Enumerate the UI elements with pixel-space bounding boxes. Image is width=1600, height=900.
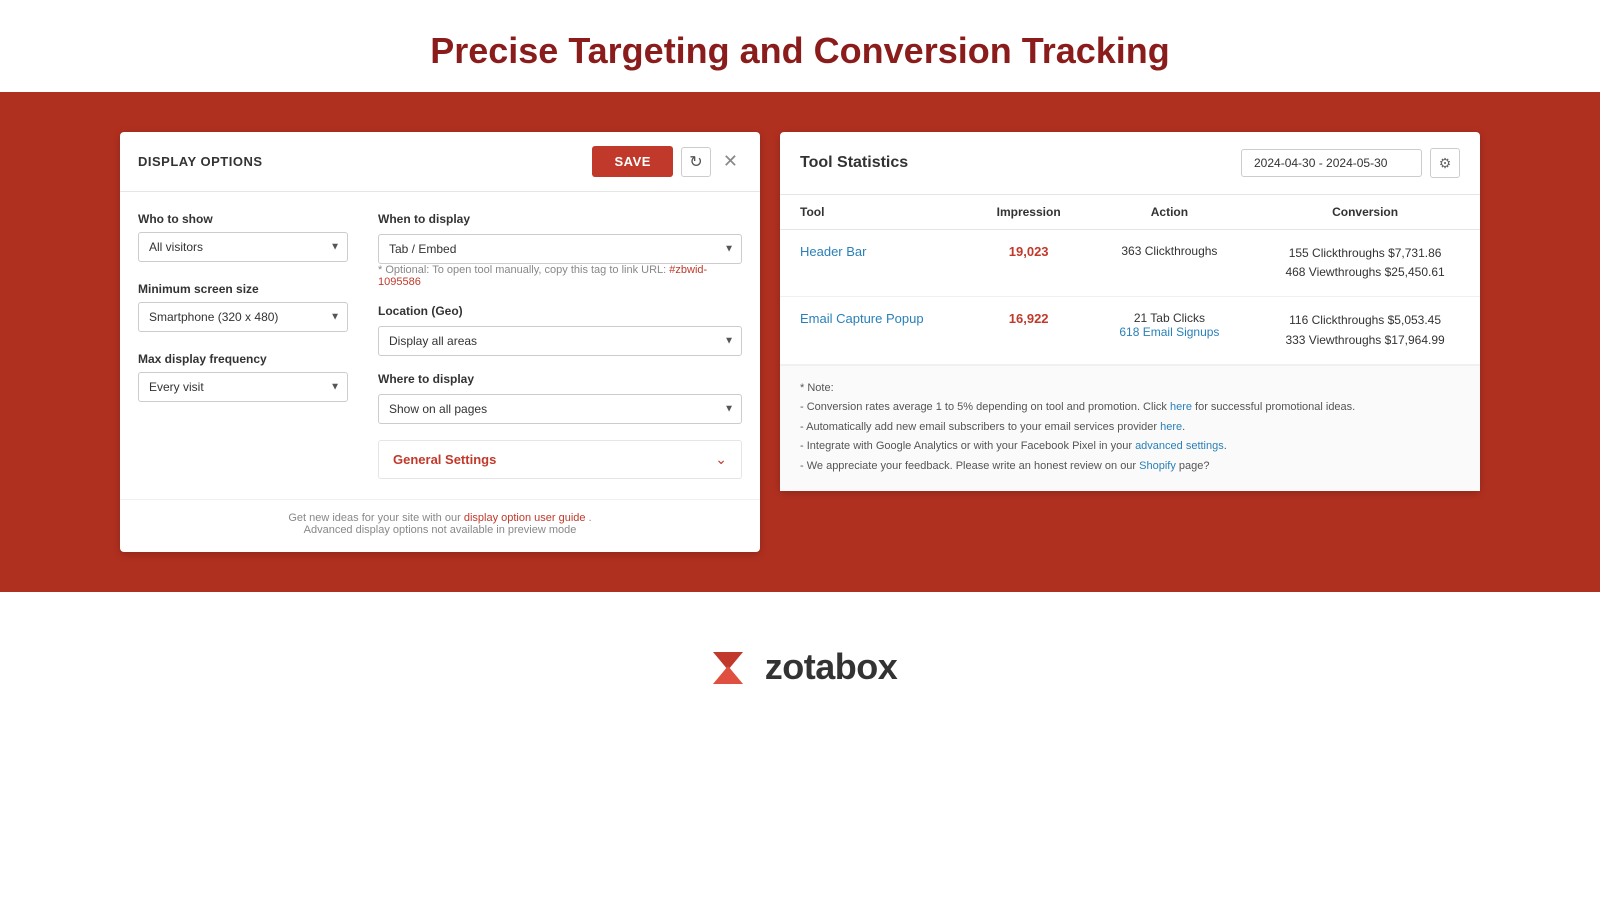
max-frequency-select[interactable]: Every visit Once per day Once per week <box>138 372 348 402</box>
right-column: When to display Tab / Embed On scroll On… <box>378 212 742 479</box>
max-frequency-select-wrapper: Every visit Once per day Once per week ▼ <box>138 372 348 402</box>
conversion-link[interactable]: here <box>1170 401 1192 413</box>
close-button[interactable]: ✕ <box>719 151 742 172</box>
who-to-show-select-wrapper: All visitors New visitors Returning visi… <box>138 232 348 262</box>
panel-footer: Get new ideas for your site with our dis… <box>120 499 760 552</box>
col-tool: Tool <box>780 195 969 230</box>
gear-button[interactable]: ⚙ <box>1430 148 1460 178</box>
action-text: 363 Clickthroughs <box>1121 244 1217 258</box>
max-frequency-group: Max display frequency Every visit Once p… <box>138 352 348 402</box>
save-button[interactable]: SAVE <box>592 146 672 177</box>
impression-cell: 16,922 <box>969 297 1089 364</box>
col-conversion: Conversion <box>1250 195 1480 230</box>
advanced-settings-link[interactable]: advanced settings <box>1135 440 1224 452</box>
display-options-panel: DISPLAY OPTIONS SAVE ↻ ✕ Who to show All… <box>120 132 760 552</box>
tool-name-cell: Header Bar <box>780 230 969 297</box>
stats-date-range: ⚙ <box>1241 148 1460 178</box>
location-label: Location (Geo) <box>378 304 742 318</box>
location-group: Location (Geo) Display all areas Specifi… <box>378 304 742 356</box>
table-row: Email Capture Popup 16,922 21 Tab Clicks… <box>780 297 1480 364</box>
panel-header: DISPLAY OPTIONS SAVE ↻ ✕ <box>120 132 760 192</box>
action-cell: 21 Tab Clicks 618 Email Signups <box>1089 297 1251 364</box>
min-screen-select-wrapper: Smartphone (320 x 480) Tablet (768 x 102… <box>138 302 348 332</box>
where-to-display-group: Where to display Show on all pages Speci… <box>378 372 742 424</box>
page-header: Precise Targeting and Conversion Trackin… <box>0 0 1600 92</box>
date-range-input[interactable] <box>1241 149 1422 177</box>
panel-body: Who to show All visitors New visitors Re… <box>120 192 760 499</box>
note-star: * Note: <box>800 380 1460 397</box>
red-section: DISPLAY OPTIONS SAVE ↻ ✕ Who to show All… <box>0 92 1600 592</box>
zotabox-logo-icon <box>703 642 753 692</box>
min-screen-label: Minimum screen size <box>138 282 348 296</box>
stats-table: Tool Impression Action Conversion Header… <box>780 195 1480 365</box>
when-to-display-select-wrapper: Tab / Embed On scroll On exit ▼ <box>378 234 742 264</box>
location-select[interactable]: Display all areas Specific country Speci… <box>378 326 742 356</box>
accordion-title: General Settings <box>393 452 496 467</box>
where-to-display-select-wrapper: Show on all pages Specific pages Homepag… <box>378 394 742 424</box>
when-to-display-select[interactable]: Tab / Embed On scroll On exit <box>378 234 742 264</box>
page-title: Precise Targeting and Conversion Trackin… <box>0 30 1600 72</box>
note3: - Integrate with Google Analytics or wit… <box>800 438 1460 455</box>
display-option-guide-link[interactable]: display option user guide <box>464 512 589 524</box>
conversion-text: 155 Clickthroughs $7,731.86 468 Viewthro… <box>1270 244 1460 282</box>
impression-cell: 19,023 <box>969 230 1089 297</box>
header-bar-link[interactable]: Header Bar <box>800 244 866 259</box>
stats-title: Tool Statistics <box>800 154 908 172</box>
general-settings-accordion[interactable]: General Settings ⌄ <box>378 440 742 479</box>
bottom-section: zotabox <box>0 592 1600 742</box>
refresh-button[interactable]: ↻ <box>681 147 711 177</box>
impression-count: 19,023 <box>1009 244 1049 259</box>
note1: - Conversion rates average 1 to 5% depen… <box>800 399 1460 416</box>
conversion-cell: 116 Clickthroughs $5,053.45 333 Viewthro… <box>1250 297 1480 364</box>
email-signups: 618 Email Signups <box>1119 325 1219 339</box>
who-to-show-label: Who to show <box>138 212 348 226</box>
left-column: Who to show All visitors New visitors Re… <box>138 212 348 479</box>
who-to-show-select[interactable]: All visitors New visitors Returning visi… <box>138 232 348 262</box>
conversion-text: 116 Clickthroughs $5,053.45 333 Viewthro… <box>1270 311 1460 349</box>
email-capture-popup-link[interactable]: Email Capture Popup <box>800 311 924 326</box>
col-impression: Impression <box>969 195 1089 230</box>
col-action: Action <box>1089 195 1251 230</box>
tool-name-cell: Email Capture Popup <box>780 297 969 364</box>
stats-notes: * Note: - Conversion rates average 1 to … <box>780 365 1480 492</box>
note4: - We appreciate your feedback. Please wr… <box>800 458 1460 475</box>
logo-text: zotabox <box>765 646 898 688</box>
when-to-display-label: When to display <box>378 212 742 226</box>
accordion-header[interactable]: General Settings ⌄ <box>379 441 741 478</box>
statistics-panel: Tool Statistics ⚙ Tool Impression Action… <box>780 132 1480 491</box>
min-screen-group: Minimum screen size Smartphone (320 x 48… <box>138 282 348 332</box>
optional-note: * Optional: To open tool manually, copy … <box>378 264 742 288</box>
action-text: 21 Tab Clicks 618 Email Signups <box>1109 311 1231 339</box>
panel-title: DISPLAY OPTIONS <box>138 154 263 169</box>
footer-text: Get new ideas for your site with our dis… <box>138 512 742 524</box>
where-to-display-label: Where to display <box>378 372 742 386</box>
action-cell: 363 Clickthroughs <box>1089 230 1251 297</box>
table-row: Header Bar 19,023 363 Clickthroughs 155 … <box>780 230 1480 297</box>
when-to-display-group: When to display Tab / Embed On scroll On… <box>378 212 742 288</box>
who-to-show-group: Who to show All visitors New visitors Re… <box>138 212 348 262</box>
footer-text2: Advanced display options not available i… <box>138 524 742 536</box>
shopify-link[interactable]: Shopify <box>1139 460 1176 472</box>
note2: - Automatically add new email subscriber… <box>800 419 1460 436</box>
table-header-row: Tool Impression Action Conversion <box>780 195 1480 230</box>
location-select-wrapper: Display all areas Specific country Speci… <box>378 326 742 356</box>
min-screen-select[interactable]: Smartphone (320 x 480) Tablet (768 x 102… <box>138 302 348 332</box>
impression-count: 16,922 <box>1009 311 1049 326</box>
email-provider-link[interactable]: here <box>1160 421 1182 433</box>
stats-header: Tool Statistics ⚙ <box>780 132 1480 195</box>
where-to-display-select[interactable]: Show on all pages Specific pages Homepag… <box>378 394 742 424</box>
chevron-down-icon: ⌄ <box>715 451 727 468</box>
conversion-cell: 155 Clickthroughs $7,731.86 468 Viewthro… <box>1250 230 1480 297</box>
max-frequency-label: Max display frequency <box>138 352 348 366</box>
panel-header-actions: SAVE ↻ ✕ <box>592 146 742 177</box>
logo-container: zotabox <box>703 642 898 692</box>
